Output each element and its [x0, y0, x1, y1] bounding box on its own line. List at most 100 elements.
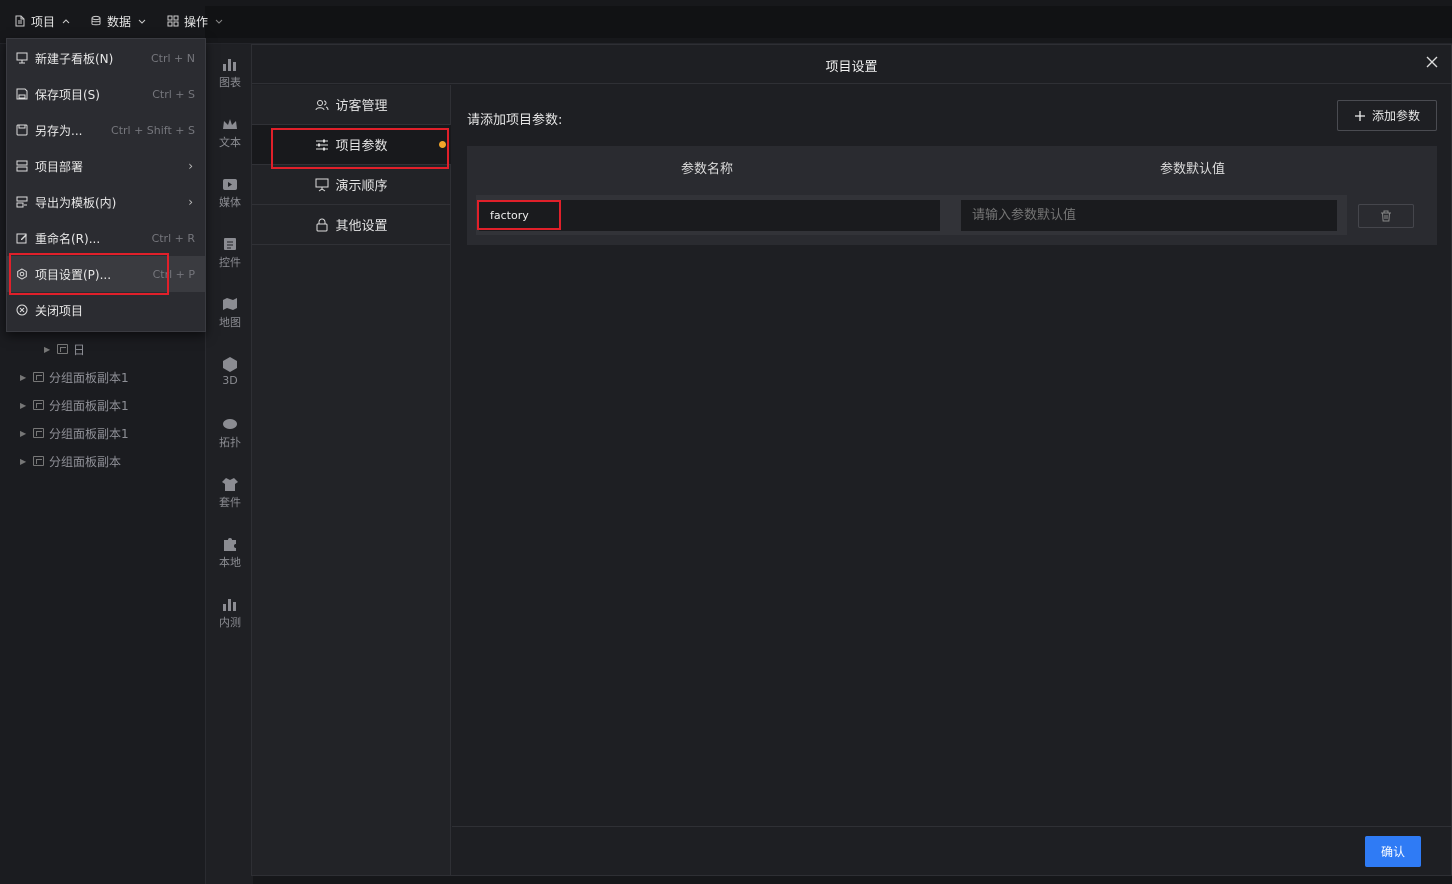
tree-item-label: 分组面板副本1 [49, 398, 129, 413]
tool-label: 3D [222, 374, 238, 387]
menu-operation[interactable]: 操作 [167, 9, 225, 33]
shirt-icon [222, 478, 238, 491]
tool-label: 控件 [219, 256, 241, 269]
media-icon [223, 179, 237, 190]
tree-item[interactable]: ▶ 分组面板副本1 [20, 395, 129, 415]
export-icon [16, 196, 28, 208]
menu-item-save-as[interactable]: 另存为... Ctrl + Shift + S [7, 112, 205, 148]
caret-right-icon: ▶ [20, 456, 27, 466]
menu-data[interactable]: 数据 [90, 9, 148, 33]
map-icon [223, 298, 237, 310]
params-content: 请添加项目参数: 添加参数 参数名称 参数默认值 factory [452, 85, 1451, 826]
grid-icon [167, 15, 179, 27]
highlight-box [477, 200, 561, 230]
menu-project-label: 项目 [31, 14, 56, 29]
board-icon [16, 52, 28, 64]
panel-icon [33, 456, 44, 466]
menu-item-label: 另存为... [35, 123, 83, 138]
menu-item-save[interactable]: 保存项目(S) Ctrl + S [7, 76, 205, 112]
tool-label: 本地 [219, 556, 241, 569]
nav-other-settings[interactable]: 其他设置 [252, 205, 451, 245]
caret-right-icon: ▶ [20, 400, 27, 410]
highlight-box [271, 128, 449, 169]
top-toolbar: 项目 数据 操作 [0, 0, 1452, 44]
menu-item-close-project[interactable]: 关闭项目 [7, 292, 205, 328]
menu-item-rename[interactable]: 重命名(R)... Ctrl + R [7, 220, 205, 256]
save-icon [16, 88, 28, 100]
file-icon [15, 15, 25, 27]
nav-presentation-order[interactable]: 演示顺序 [252, 165, 451, 205]
column-header-default: 参数默认值 [1160, 162, 1226, 177]
add-param-label: 添加参数 [1371, 109, 1420, 123]
table-row: factory [476, 195, 1347, 235]
tree-item[interactable]: ▶ 分组面板副本1 [20, 423, 129, 443]
param-default-input[interactable] [961, 200, 1337, 231]
tool-3d[interactable]: 3D [206, 356, 254, 387]
tool-map[interactable]: 地图 [206, 296, 254, 330]
dialog-header: 项目设置 [252, 45, 1451, 84]
tool-label: 拓扑 [219, 436, 241, 449]
menu-item-new-board[interactable]: 新建子看板(N) Ctrl + N [7, 40, 205, 76]
chevron-up-icon [62, 19, 70, 24]
tool-beta[interactable]: 内测 [206, 596, 254, 630]
tree-item[interactable]: ▶ 分组面板副本1 [20, 367, 129, 387]
chevron-down-icon [215, 19, 223, 24]
tool-label: 图表 [219, 76, 241, 89]
menu-item-deploy[interactable]: 项目部署 › [7, 148, 205, 184]
presentation-icon [315, 178, 329, 191]
nav-visitor-management[interactable]: 访客管理 [252, 85, 451, 125]
tree-item-label: 分组面板副本1 [49, 370, 129, 385]
toolbar-strip [205, 6, 1452, 38]
nav-label: 演示顺序 [335, 179, 388, 194]
menu-item-shortcut: Ctrl + N [150, 51, 195, 65]
tree-item-label: 日 [73, 342, 86, 357]
caret-right-icon: ▶ [20, 428, 27, 438]
tree-item[interactable]: ▶ 日 [44, 339, 85, 359]
bar-chart-icon [223, 59, 236, 71]
menu-data-label: 数据 [107, 14, 132, 29]
menu-item-label: 项目部署 [35, 159, 84, 174]
menu-item-export-template[interactable]: 导出为模板(内) › [7, 184, 205, 220]
tool-label: 内测 [219, 616, 241, 629]
highlight-box [9, 253, 169, 295]
add-param-button[interactable]: 添加参数 [1337, 100, 1437, 131]
tool-label: 媒体 [219, 196, 241, 209]
menu-project[interactable]: 项目 [14, 9, 72, 33]
settings-nav: 访客管理 项目参数 演示顺序 其他设置 [252, 85, 451, 875]
params-table: 参数名称 参数默认值 factory [467, 146, 1437, 245]
control-icon [224, 238, 236, 250]
tool-media[interactable]: 媒体 [206, 176, 254, 210]
panel-icon [33, 428, 44, 438]
delete-param-button[interactable] [1358, 204, 1414, 228]
confirm-button[interactable]: 确认 [1365, 836, 1421, 867]
menu-item-label: 导出为模板(内) [35, 195, 117, 210]
menu-item-label: 关闭项目 [35, 303, 84, 318]
puzzle-icon [224, 538, 236, 551]
tool-label: 文本 [219, 136, 241, 149]
chevron-right-icon: › [188, 195, 193, 209]
tool-local[interactable]: 本地 [206, 536, 254, 570]
close-icon[interactable] [1425, 55, 1439, 69]
tree-item-label: 分组面板副本 [49, 454, 122, 469]
tool-control[interactable]: 控件 [206, 236, 254, 270]
menu-item-shortcut: Ctrl + R [151, 231, 195, 245]
crown-icon [223, 119, 237, 129]
nav-label: 访客管理 [335, 99, 388, 114]
deploy-icon [16, 160, 28, 172]
tree-item[interactable]: ▶ 分组面板副本 [20, 451, 121, 471]
tool-suite[interactable]: 套件 [206, 476, 254, 510]
bar-chart-icon [223, 599, 236, 611]
caret-right-icon: ▶ [20, 372, 27, 382]
panel-icon [57, 344, 68, 354]
panel-icon [33, 400, 44, 410]
tool-text[interactable]: 文本 [206, 116, 254, 150]
component-toolbar: 图表 文本 媒体 控件 地图 3D 拓扑 套件 本地 内测 [205, 44, 253, 884]
section-title: 请添加项目参数: [467, 113, 563, 128]
tool-chart[interactable]: 图表 [206, 56, 254, 90]
database-icon [91, 15, 101, 26]
users-icon [315, 99, 329, 110]
tool-topology[interactable]: 拓扑 [206, 416, 254, 450]
menu-item-shortcut: Ctrl + S [152, 87, 195, 101]
lock-icon [316, 218, 328, 231]
save-as-icon [16, 124, 28, 136]
